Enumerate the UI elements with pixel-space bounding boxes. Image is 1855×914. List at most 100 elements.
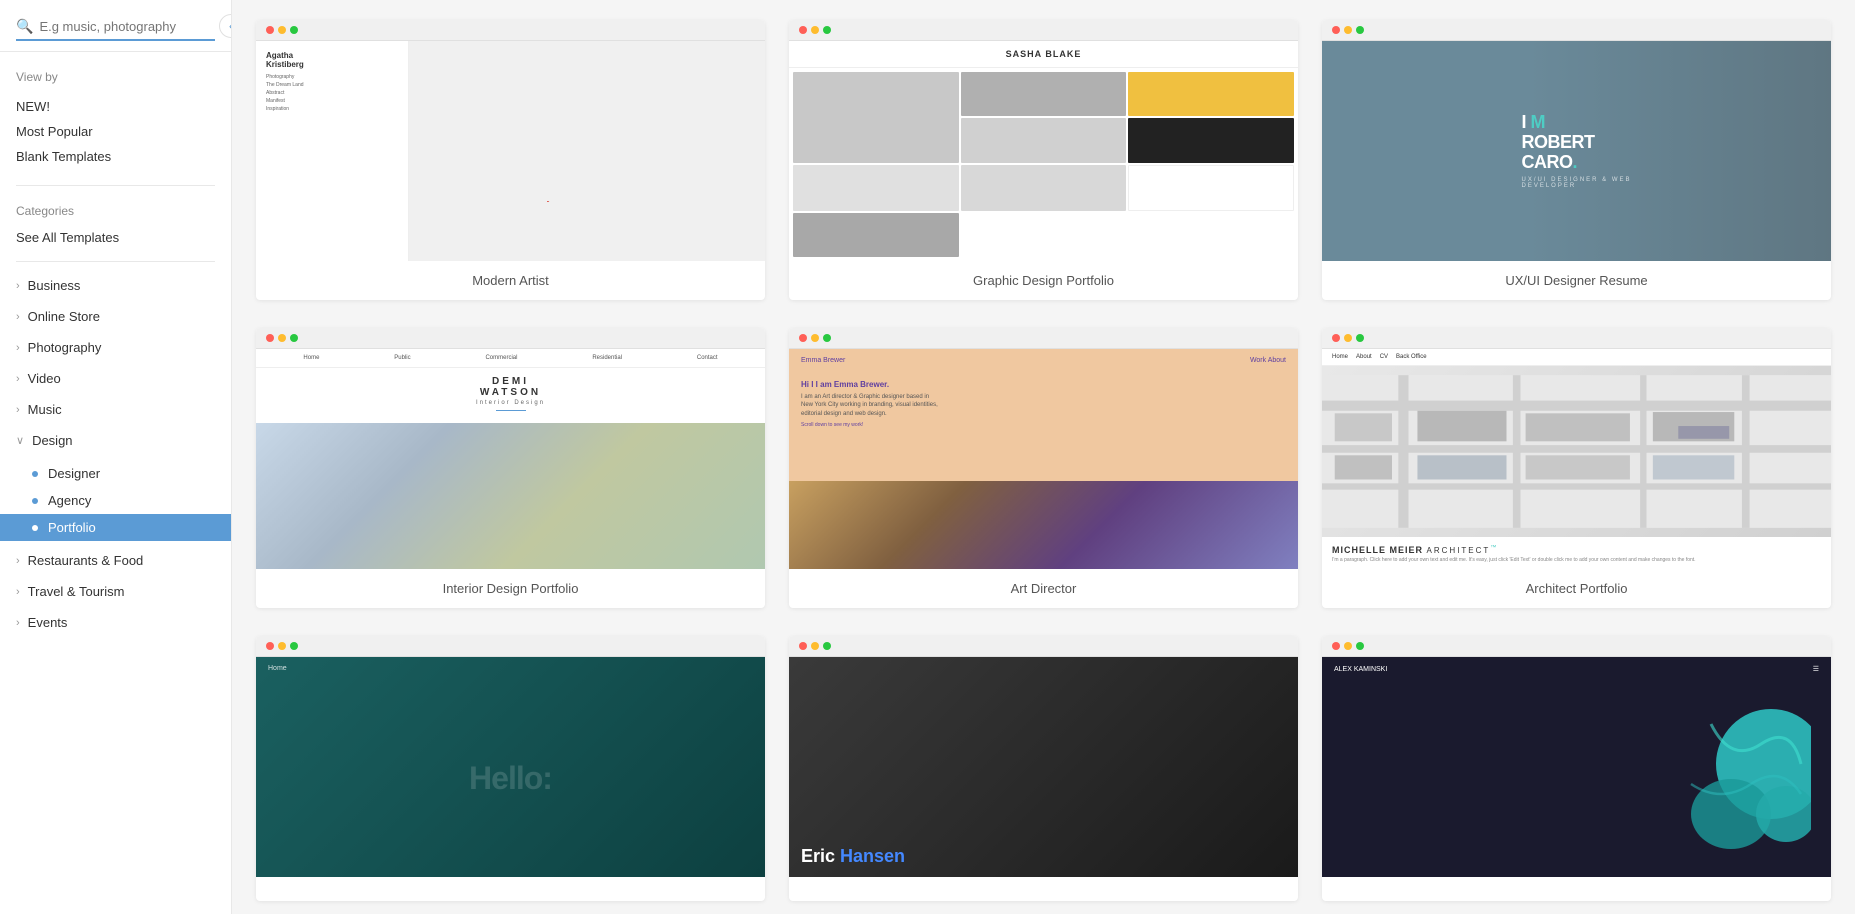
interior-room-image <box>256 423 765 569</box>
browser-dot-yellow <box>278 642 286 650</box>
gd-cell-6 <box>793 165 959 211</box>
browser-dot-yellow <box>278 334 286 342</box>
nav-photography[interactable]: › Photography <box>0 332 231 363</box>
template-card-eric-hansen[interactable]: Eric Hansen <box>789 636 1298 901</box>
browser-dot-red <box>266 334 274 342</box>
interior-nav-public: Public <box>394 355 410 361</box>
nav-online-store[interactable]: › Online Store <box>0 301 231 332</box>
template-thumb-hello: Home Hello: <box>256 657 765 877</box>
template-name-architect: Architect Portfolio <box>1322 569 1831 608</box>
fan-shape-svg <box>517 91 657 211</box>
browser-chrome <box>1322 20 1831 41</box>
template-name-alex-kaminski <box>1322 877 1831 901</box>
alex-header: ALEX KAMINSKI ☰ <box>1322 657 1831 681</box>
eric-name-block: Eric Hansen <box>801 847 905 865</box>
gd-cell-1 <box>793 72 959 163</box>
divider-2 <box>16 261 215 262</box>
browser-dot-green <box>290 642 298 650</box>
emma-intro-desc: I am an Art director & Graphic designer … <box>801 393 1286 418</box>
bullet-icon <box>32 471 38 477</box>
chevron-down-icon: ∨ <box>16 434 24 447</box>
gd-name-preview: SASHA BLAKE <box>789 41 1298 68</box>
browser-chrome <box>789 20 1298 41</box>
template-card-art-director[interactable]: Emma Brewer Work About Hi I I am Emma Br… <box>789 328 1298 608</box>
template-thumb-art-director: Emma Brewer Work About Hi I I am Emma Br… <box>789 349 1298 569</box>
browser-dot-green <box>1356 26 1364 34</box>
browser-chrome <box>789 636 1298 657</box>
view-by-most-popular[interactable]: Most Popular <box>16 119 215 144</box>
rc-text-block: I M ROBERT CARO. UX/UI DESIGNER & WEBDEV… <box>1501 93 1651 208</box>
template-card-ux-designer[interactable]: I M ROBERT CARO. UX/UI DESIGNER & WEBDEV… <box>1322 20 1831 300</box>
template-name-hello <box>256 877 765 901</box>
template-name-modern-artist: Modern Artist <box>256 261 765 300</box>
template-card-alex-kaminski[interactable]: ALEX KAMINSKI ☰ <box>1322 636 1831 901</box>
nav-video[interactable]: › Video <box>0 363 231 394</box>
chevron-right-icon: › <box>16 280 20 292</box>
michelle-name: MICHELLE MEIER ARCHITECT™ <box>1322 537 1831 557</box>
browser-dot-green <box>823 26 831 34</box>
artist-nav-preview: PhotographyThe Dream LandAbstractManifes… <box>266 73 398 113</box>
template-name-graphic-design: Graphic Design Portfolio <box>789 261 1298 300</box>
browser-chrome <box>789 328 1298 349</box>
browser-dot-yellow <box>811 334 819 342</box>
browser-chrome <box>256 20 765 41</box>
view-by-blank-templates[interactable]: Blank Templates <box>16 144 215 169</box>
browser-chrome <box>256 328 765 349</box>
arch-nav-cv: CV <box>1380 354 1388 360</box>
templates-grid: AgathaKristiberg PhotographyThe Dream La… <box>256 20 1831 901</box>
nav-portfolio[interactable]: Portfolio <box>0 514 231 541</box>
browser-dot-red <box>1332 334 1340 342</box>
arch-map-image <box>1322 366 1831 537</box>
chevron-right-icon: › <box>16 311 20 323</box>
template-card-hello[interactable]: Home Hello: <box>256 636 765 901</box>
template-card-modern-artist[interactable]: AgathaKristiberg PhotographyThe Dream La… <box>256 20 765 300</box>
nav-business[interactable]: › Business <box>0 270 231 301</box>
browser-dot-green <box>823 334 831 342</box>
view-by-new[interactable]: NEW! <box>16 94 215 119</box>
template-thumb-architect: Home About CV Back Office <box>1322 349 1831 569</box>
emma-intro-name: Hi I I am Emma Brewer. <box>801 380 1286 389</box>
template-card-graphic-design[interactable]: SASHA BLAKE Graphic Design Portfolio <box>789 20 1298 300</box>
chevron-right-icon: › <box>16 373 20 385</box>
nav-music[interactable]: › Music <box>0 394 231 425</box>
search-input[interactable] <box>39 19 215 34</box>
nav-travel[interactable]: › Travel & Tourism <box>0 576 231 607</box>
demi-divider <box>496 410 526 411</box>
gd-cell-9 <box>793 213 959 257</box>
ad-header: Emma Brewer Work About <box>789 349 1298 372</box>
emma-work-about: Work About <box>1250 357 1286 364</box>
browser-dot-red <box>266 642 274 650</box>
rc-line3: CARO. <box>1521 153 1631 173</box>
template-thumb-ux-designer: I M ROBERT CARO. UX/UI DESIGNER & WEBDEV… <box>1322 41 1831 261</box>
demi-watson-sub: Interior Design <box>264 400 757 406</box>
template-name-ux-designer: UX/UI Designer Resume <box>1322 261 1831 300</box>
search-section: 🔍 <box>0 0 231 52</box>
alex-content <box>1322 681 1831 877</box>
gd-grid-preview <box>789 68 1298 261</box>
ad-content: Hi I I am Emma Brewer. I am an Art direc… <box>789 372 1298 481</box>
browser-dot-green <box>1356 334 1364 342</box>
sidebar: ‹ 🔍 View by NEW! Most Popular Blank Temp… <box>0 0 232 914</box>
template-name-interior-design: Interior Design Portfolio <box>256 569 765 608</box>
nav-design[interactable]: ∨ Design <box>0 425 231 456</box>
browser-dot-yellow <box>1344 642 1352 650</box>
template-name-eric-hansen <box>789 877 1298 901</box>
nav-events[interactable]: › Events <box>0 607 231 638</box>
template-thumb-interior-design: Home Public Commercial Residential Conta… <box>256 349 765 569</box>
template-card-interior-design[interactable]: Home Public Commercial Residential Conta… <box>256 328 765 608</box>
chevron-right-icon: › <box>16 342 20 354</box>
nav-agency[interactable]: Agency <box>0 487 231 514</box>
arch-nav-back: Back Office <box>1396 354 1427 360</box>
gd-cell-4 <box>961 118 1127 162</box>
nav-restaurants[interactable]: › Restaurants & Food <box>0 545 231 576</box>
eric-name: Eric Hansen <box>801 847 905 865</box>
see-all-templates[interactable]: See All Templates <box>0 222 231 253</box>
gd-cell-5 <box>1128 118 1294 162</box>
browser-dot-green <box>1356 642 1364 650</box>
nav-designer[interactable]: Designer <box>0 460 231 487</box>
template-card-architect[interactable]: Home About CV Back Office <box>1322 328 1831 608</box>
template-thumb-eric-hansen: Eric Hansen <box>789 657 1298 877</box>
emma-scroll-text: Scroll down to see my work! <box>801 422 1286 428</box>
design-sub-items: Designer Agency Portfolio <box>0 456 231 545</box>
interior-nav-home: Home <box>303 355 319 361</box>
